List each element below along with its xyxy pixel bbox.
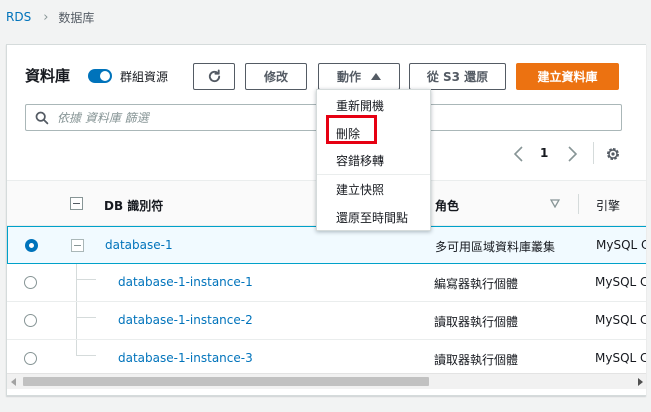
restore-from-s3-button[interactable]: 從 S3 還原 <box>409 63 506 90</box>
role-cell: 多可用區域資料庫叢集 <box>435 240 556 254</box>
role-cell: 讀取器執行個體 <box>434 315 519 329</box>
db-identifier-link[interactable]: database-1 <box>105 238 173 252</box>
menu-item-reboot[interactable]: 重新開機 <box>336 97 384 114</box>
create-database-button[interactable]: 建立資料庫 <box>516 63 619 90</box>
page-number[interactable]: 1 <box>540 146 548 160</box>
scrollbar-thumb[interactable] <box>23 377 429 386</box>
chevron-left-icon[interactable] <box>512 145 526 163</box>
engine-cell: MySQL C <box>595 313 646 327</box>
menu-item-failover[interactable]: 容錯移轉 <box>336 152 384 169</box>
row-radio[interactable] <box>25 239 38 252</box>
role-cell: 讀取器執行個體 <box>434 353 519 367</box>
column-header-role[interactable]: 角色 <box>435 197 459 214</box>
refresh-icon <box>208 69 220 83</box>
engine-cell: MySQL C <box>596 238 646 252</box>
table-row[interactable]: database-1-instance-1 編寫器執行個體 MySQL C <box>7 264 646 302</box>
scroll-left-icon[interactable] <box>11 378 16 386</box>
db-identifier-link[interactable]: database-1-instance-1 <box>118 275 253 289</box>
breadcrumb-rds-link[interactable]: RDS <box>6 10 31 24</box>
scroll-right-icon[interactable] <box>638 378 643 386</box>
chevron-right-icon: › <box>43 9 49 25</box>
divider <box>593 142 594 164</box>
table-row[interactable]: database-1 多可用區域資料庫叢集 MySQL C <box>7 226 646 264</box>
row-radio[interactable] <box>24 276 37 289</box>
highlight-box <box>326 115 377 144</box>
actions-button[interactable]: 動作 <box>318 63 400 90</box>
db-identifier-link[interactable]: database-1-instance-3 <box>118 351 253 365</box>
group-resources-label: 群組資源 <box>120 70 169 84</box>
page-title: 資料庫 <box>25 67 71 85</box>
caret-up-icon <box>371 73 381 80</box>
engine-cell: MySQL C <box>595 275 646 289</box>
actions-label: 動作 <box>336 70 361 84</box>
menu-item-restore-point-in-time[interactable]: 還原至時間點 <box>336 209 408 226</box>
row-radio[interactable] <box>24 314 37 327</box>
table-row[interactable]: database-1-instance-2 讀取器執行個體 MySQL C <box>7 302 646 340</box>
horizontal-scrollbar[interactable] <box>7 373 646 389</box>
engine-cell: MySQL C <box>595 351 646 365</box>
column-divider <box>578 194 579 214</box>
gear-icon[interactable] <box>605 146 621 162</box>
chevron-right-icon[interactable] <box>565 145 579 163</box>
menu-item-take-snapshot[interactable]: 建立快照 <box>336 181 384 198</box>
toggle-knob <box>100 71 110 81</box>
modify-button[interactable]: 修改 <box>245 63 307 90</box>
column-header-engine[interactable]: 引擎 <box>596 197 620 214</box>
actions-dropdown-menu: 重新開機 刪除 容錯移轉 建立快照 還原至時間點 <box>316 89 431 231</box>
collapse-icon[interactable] <box>71 239 84 252</box>
refresh-button[interactable] <box>193 63 235 90</box>
search-icon <box>35 111 49 125</box>
column-header-identifier[interactable]: DB 識別符 <box>104 197 163 214</box>
group-resources-toggle[interactable] <box>88 69 112 83</box>
db-identifier-link[interactable]: database-1-instance-2 <box>118 313 253 327</box>
breadcrumb: RDS › 数据库 <box>6 8 94 26</box>
row-radio[interactable] <box>24 352 37 365</box>
role-cell: 編寫器執行個體 <box>434 277 519 291</box>
sort-descending-icon[interactable] <box>550 199 560 208</box>
collapse-all-icon[interactable] <box>70 197 83 210</box>
menu-divider <box>317 174 430 175</box>
breadcrumb-current: 数据库 <box>58 10 95 25</box>
